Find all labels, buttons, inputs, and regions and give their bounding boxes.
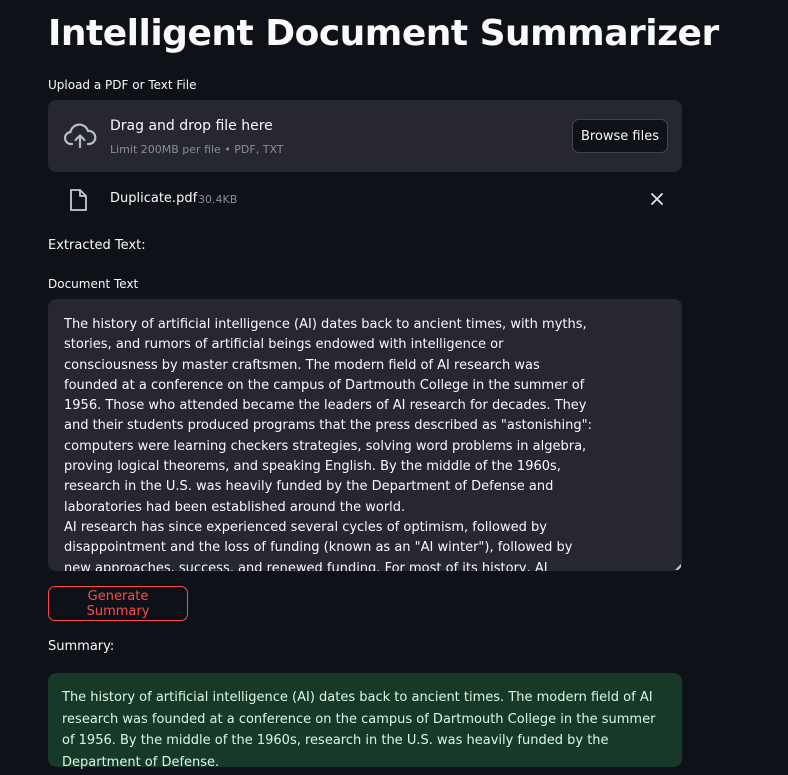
- generate-summary-button[interactable]: Generate Summary: [48, 586, 188, 621]
- resize-handle-icon[interactable]: [675, 564, 681, 570]
- document-text-content[interactable]: The history of artificial intelligence (…: [64, 315, 594, 571]
- uploaded-file-name: Duplicate.pdf: [110, 191, 198, 206]
- browse-files-button[interactable]: Browse files: [572, 119, 668, 153]
- summary-heading: Summary:: [48, 639, 115, 654]
- extracted-text-heading: Extracted Text:: [48, 238, 146, 253]
- dropzone-title: Drag and drop file here: [110, 118, 273, 134]
- summary-box: The history of artificial intelligence (…: [48, 673, 682, 770]
- cloud-upload-icon: [63, 123, 97, 149]
- uploaded-file-size: 30.4KB: [198, 193, 238, 206]
- dropzone-limit-text: Limit 200MB per file • PDF, TXT: [110, 143, 284, 156]
- file-icon: [70, 189, 87, 211]
- document-text-area[interactable]: The history of artificial intelligence (…: [48, 299, 682, 571]
- uploader-label: Upload a PDF or Text File: [48, 78, 197, 92]
- app-page: Intelligent Document Summarizer Upload a…: [0, 0, 788, 775]
- uploaded-file-row: Duplicate.pdf 30.4KB: [48, 184, 682, 216]
- page-title: Intelligent Document Summarizer: [48, 13, 719, 54]
- document-text-label: Document Text: [48, 277, 139, 291]
- file-dropzone[interactable]: Drag and drop file here Limit 200MB per …: [48, 100, 682, 172]
- summary-text: The history of artificial intelligence (…: [62, 690, 656, 770]
- close-icon[interactable]: [648, 190, 666, 208]
